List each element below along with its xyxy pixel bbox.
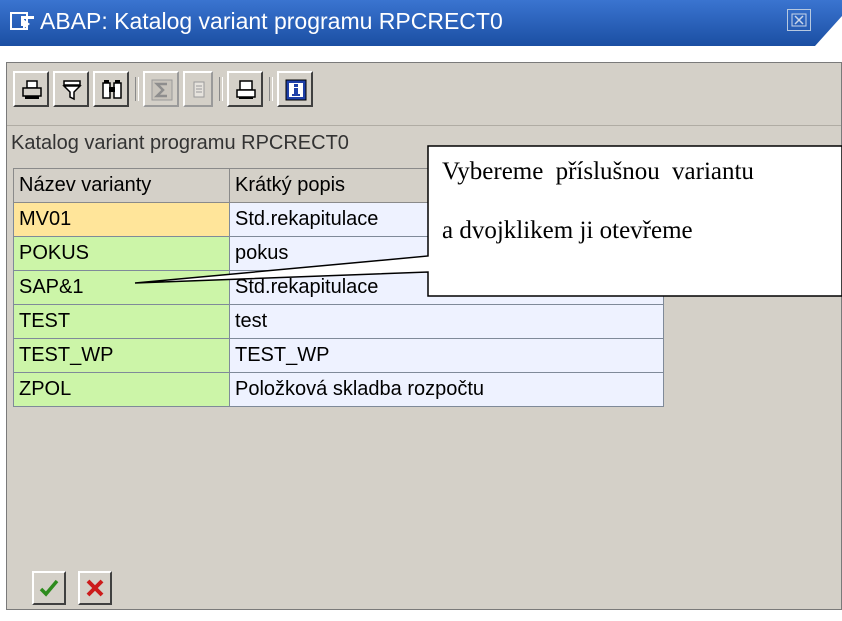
variant-description-cell[interactable]: Std.rekapitulace [229,202,664,237]
table-header-row: Název varianty Krátký popis [13,168,664,203]
sum-button[interactable] [143,71,179,107]
toolbar-separator [135,77,139,101]
variant-name-cell[interactable]: POKUS [13,236,230,271]
table-row[interactable]: TEST_WP TEST_WP [13,338,664,373]
variant-description-cell[interactable]: Položková skladba rozpočtu [229,372,664,407]
variant-name-cell[interactable]: SAP&1 [13,270,230,305]
find-button[interactable] [93,71,129,107]
info-button[interactable] [277,71,313,107]
subtotal-icon [193,81,205,98]
table-row[interactable]: TEST test [13,304,664,339]
close-button[interactable] [787,9,811,31]
variant-table: Název varianty Krátký popis MV01 Std.rek… [13,168,664,407]
print-icon [22,80,42,99]
print-preview-button[interactable] [227,71,263,107]
variant-name-cell[interactable]: TEST [13,304,230,339]
close-icon [791,13,807,27]
print-button[interactable] [13,71,49,107]
panel-title: Katalog variant programu RPCRECT0 [7,125,841,159]
cancel-button[interactable] [78,571,112,605]
info-icon [285,79,307,101]
variant-description-cell[interactable]: test [229,304,664,339]
dialog-window: ABAP: Katalog variant programu RPCRECT0 [0,0,842,621]
window-menu-icon[interactable] [10,10,36,32]
variant-name-cell[interactable]: ZPOL [13,372,230,407]
cancel-icon [86,579,104,597]
table-row[interactable]: ZPOL Položková skladba rozpočtu [13,372,664,407]
variant-name-cell[interactable]: TEST_WP [13,338,230,373]
variant-name-cell[interactable]: MV01 [13,202,230,237]
filter-icon [62,80,82,101]
print-preview-icon [236,80,256,99]
window-title: ABAP: Katalog variant programu RPCRECT0 [40,8,503,34]
confirm-icon [39,579,59,597]
variant-description-cell[interactable]: Std.rekapitulace [229,270,664,305]
toolbar-separator [269,77,273,101]
filter-button[interactable] [53,71,89,107]
column-header-variant-name[interactable]: Název varianty [13,168,230,203]
title-bar[interactable]: ABAP: Katalog variant programu RPCRECT0 [0,0,842,46]
variant-description-cell[interactable]: pokus [229,236,664,271]
table-row[interactable]: SAP&1 Std.rekapitulace [13,270,664,305]
table-row[interactable]: POKUS pokus [13,236,664,271]
toolbar [9,67,829,111]
table-row[interactable]: MV01 Std.rekapitulace [13,202,664,237]
toolbar-separator [219,77,223,101]
sum-icon [151,79,173,101]
variant-description-cell[interactable]: TEST_WP [229,338,664,373]
confirm-button[interactable] [32,571,66,605]
find-icon [102,80,122,99]
subtotal-button[interactable] [183,71,213,107]
column-header-short-description[interactable]: Krátký popis [229,168,664,203]
dialog-footer [6,568,842,618]
